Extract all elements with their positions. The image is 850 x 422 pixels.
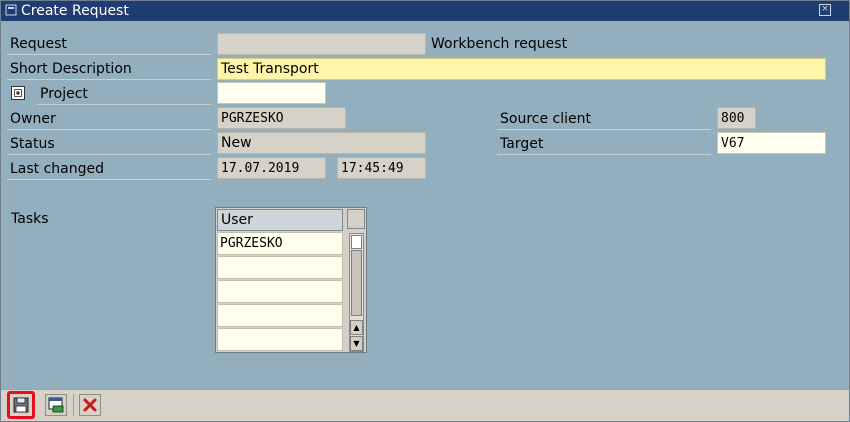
- status-field: New: [217, 132, 426, 154]
- dialog-toolbar: [1, 389, 849, 421]
- cancel-icon: [83, 398, 97, 412]
- short-description-label: Short Description: [7, 58, 211, 80]
- target-input[interactable]: V67: [717, 132, 826, 154]
- source-client-label: Source client: [497, 108, 711, 130]
- scroll-down-icon[interactable]: ▼: [350, 336, 363, 351]
- table-row[interactable]: [217, 304, 343, 327]
- last-changed-time: 17:45:49: [337, 157, 426, 179]
- table-row[interactable]: PGRZESKO: [217, 232, 343, 255]
- save-button[interactable]: [7, 391, 35, 419]
- user-column-header[interactable]: User: [217, 209, 343, 231]
- request-label: Request: [7, 33, 211, 55]
- project-label: Project: [37, 83, 211, 105]
- table-row[interactable]: [217, 328, 343, 351]
- source-client-field: 800: [717, 107, 756, 129]
- window-title: Create Request: [21, 3, 129, 19]
- create-request-dialog: Create Request × Request Workbench reque…: [0, 0, 850, 422]
- copy-icon: [48, 397, 64, 413]
- title-bar: Create Request ×: [1, 1, 849, 21]
- tasks-label: Tasks: [11, 211, 49, 227]
- cancel-button[interactable]: [79, 394, 101, 416]
- table-row[interactable]: [217, 280, 343, 303]
- owner-label: Owner: [7, 108, 211, 130]
- vertical-scrollbar[interactable]: ▲ ▼: [349, 233, 364, 352]
- request-field: [217, 33, 426, 55]
- project-icon[interactable]: [11, 86, 25, 100]
- close-icon[interactable]: ×: [819, 4, 831, 16]
- last-changed-date: 17.07.2019: [217, 157, 326, 179]
- target-label: Target: [497, 133, 711, 155]
- scroll-up-icon[interactable]: ▲: [350, 320, 363, 335]
- owner-field: PGRZESKO: [217, 107, 346, 129]
- copy-button[interactable]: [45, 394, 67, 416]
- save-icon: [13, 397, 29, 413]
- last-changed-label: Last changed: [7, 158, 211, 180]
- project-input[interactable]: [217, 82, 326, 104]
- request-type-text: Workbench request: [431, 36, 568, 52]
- status-label: Status: [7, 133, 211, 155]
- scroll-track[interactable]: [351, 250, 362, 316]
- toolbar-separator: [73, 394, 74, 416]
- window-menu-icon[interactable]: [5, 4, 17, 16]
- table-row[interactable]: [217, 256, 343, 279]
- tasks-table: User PGRZESKO ▲ ▼: [215, 207, 367, 353]
- scroll-thumb[interactable]: [351, 235, 362, 249]
- short-description-input[interactable]: Test Transport: [217, 58, 826, 80]
- select-all-button[interactable]: [347, 209, 365, 229]
